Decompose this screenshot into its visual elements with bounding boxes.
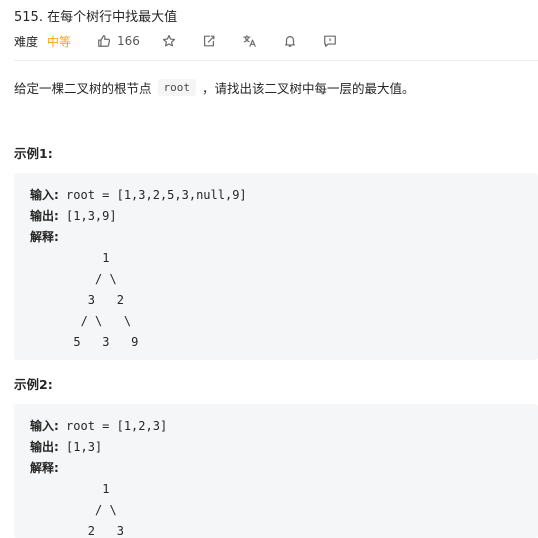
example-2-output: 输出: [1,3] — [30, 437, 538, 458]
like-count: 166 — [117, 34, 140, 48]
example-1-explain: 解释: — [30, 227, 538, 248]
example-2-title: 示例2: — [14, 377, 53, 392]
header-divider — [14, 60, 538, 61]
inline-code-root: root — [157, 79, 197, 96]
problem-title: 515. 在每个树行中找最大值 — [14, 10, 178, 25]
problem-description: 给定一棵二叉树的根节点 root ，请找出该二叉树中每一层的最大值。 — [14, 78, 415, 97]
description-prefix: 给定一棵二叉树的根节点 — [14, 81, 152, 96]
example-1-block: 输入: root = [1,3,2,5,3,null,9] 输出: [1,3,9… — [14, 173, 538, 360]
difficulty-badge: 中等 — [47, 34, 72, 49]
thumbs-up-icon — [98, 35, 111, 47]
like-button[interactable] — [97, 32, 111, 50]
bell-icon — [284, 36, 295, 47]
tree-line: 1 — [30, 251, 110, 265]
example-2-input: 输入: root = [1,2,3] — [30, 416, 538, 437]
output-value: [1,3] — [58, 440, 103, 454]
input-label: 输入: — [30, 188, 59, 202]
example-1-output: 输出: [1,3,9] — [30, 206, 538, 227]
input-value: root = [1,2,3] — [58, 419, 168, 433]
share-icon — [203, 35, 215, 47]
tree-line: / \ — [30, 503, 117, 517]
tree-line: 3 2 — [30, 293, 124, 307]
share-button[interactable] — [202, 32, 216, 50]
notify-button[interactable] — [283, 32, 297, 50]
tree-line: 2 3 — [30, 524, 124, 538]
tree-line: 1 — [30, 482, 110, 496]
feedback-button[interactable] — [323, 32, 337, 50]
example-2-block: 输入: root = [1,2,3] 输出: [1,3] 解释: 1 / \ 2… — [14, 404, 538, 538]
example-2-explain: 解释: — [30, 458, 538, 479]
problem-meta-row: 难度 中等 166 — [14, 32, 337, 50]
input-label: 输入: — [30, 419, 59, 433]
explain-label: 解释: — [30, 230, 59, 244]
input-value: root = [1,3,2,5,3,null,9] — [58, 188, 247, 202]
translate-button[interactable] — [242, 32, 257, 50]
example-1-input: 输入: root = [1,3,2,5,3,null,9] — [30, 185, 538, 206]
difficulty-label: 难度 — [14, 34, 39, 49]
favorite-button[interactable] — [162, 32, 176, 50]
tree-line: 5 3 9 — [30, 335, 139, 349]
tree-line: / \ \ — [30, 314, 132, 328]
feedback-icon — [324, 35, 336, 47]
translate-icon — [243, 35, 256, 47]
description-suffix: ，请找出该二叉树中每一层的最大值。 — [202, 81, 415, 96]
problem-page: 515. 在每个树行中找最大值 难度 中等 166 给定一棵二叉树的根节点 ro… — [0, 0, 538, 538]
explain-label: 解释: — [30, 461, 59, 475]
example-1-title: 示例1: — [14, 146, 53, 161]
tree-line: / \ — [30, 272, 117, 286]
output-value: [1,3,9] — [58, 209, 117, 223]
output-label: 输出: — [30, 209, 59, 223]
star-icon — [162, 34, 175, 47]
output-label: 输出: — [30, 440, 59, 454]
